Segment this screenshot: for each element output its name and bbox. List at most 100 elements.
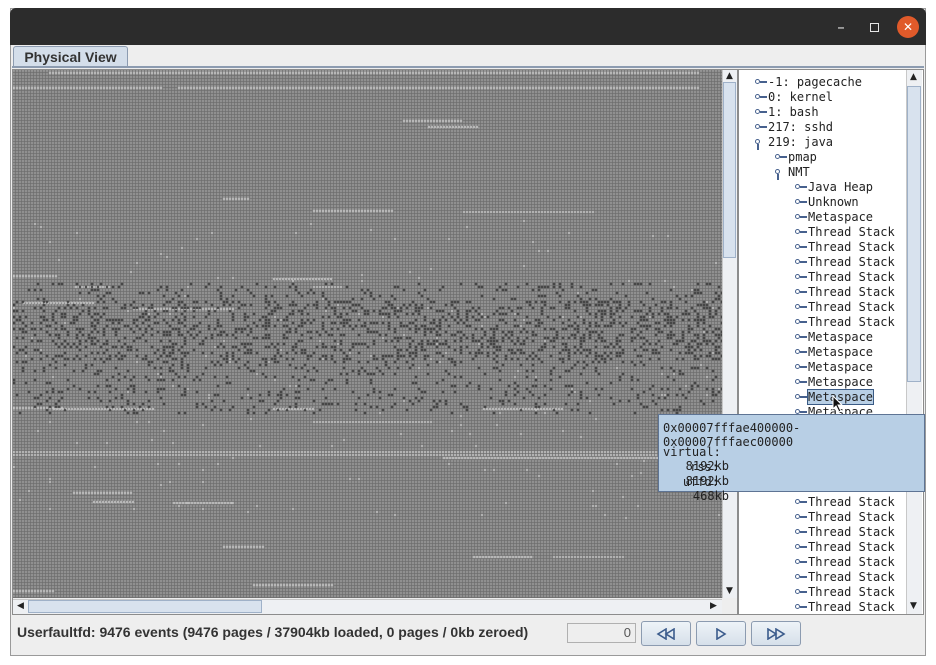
tree-collapsed-icon[interactable] [794,255,808,270]
tree-node[interactable]: Thread Stack [794,315,895,330]
tree-collapsed-icon[interactable] [794,345,808,360]
tree-collapsed-icon[interactable] [794,180,808,195]
map-vertical-scroll-thumb[interactable] [723,82,736,258]
tree-node[interactable]: Thread Stack [794,300,895,315]
tree-collapsed-icon[interactable] [794,570,808,585]
tree-node[interactable]: Thread Stack [794,285,895,300]
tree-node[interactable]: -1: pagecache [754,75,862,90]
tree-node-label: Metaspace [808,210,874,224]
tree-vertical-scroll-thumb[interactable] [907,86,921,382]
tree-node-label: 219: java [768,135,834,149]
tree-expanded-icon[interactable] [774,165,788,180]
tree-node[interactable]: Thread Stack [794,570,895,585]
tree-collapsed-icon[interactable] [794,285,808,300]
tree-collapsed-icon[interactable] [794,210,808,225]
tree-node[interactable]: Thread Stack [794,240,895,255]
tree-collapsed-icon[interactable] [794,390,808,405]
tree-node-label: Thread Stack [808,555,895,569]
tree-node-label: Thread Stack [808,600,895,614]
maximize-button[interactable] [864,17,884,37]
tree-node[interactable]: Unknown [794,195,859,210]
tree-node[interactable]: 1: bash [754,105,819,120]
tree-node[interactable]: Metaspace [794,210,873,225]
tree-node[interactable]: Thread Stack [794,585,895,600]
tree-node[interactable]: Metaspace [794,330,873,345]
tree-node[interactable]: Metaspace [794,360,873,375]
tree-node[interactable]: Thread Stack [794,540,895,555]
tree-scroll-up-icon[interactable]: ▲ [907,71,920,84]
tree-collapsed-icon[interactable] [754,120,768,135]
tooltip-key: rss: [690,460,719,474]
event-counter-field[interactable]: 0 [567,623,636,643]
tree-node[interactable]: Thread Stack [794,255,895,270]
scroll-right-icon[interactable]: ▶ [707,600,720,613]
tooltip-key: uffd: [682,475,719,489]
mouse-pointer-icon [832,395,844,413]
tree-node[interactable]: 217: sshd [754,120,833,135]
tree-node[interactable]: Thread Stack [794,600,895,614]
tree-collapsed-icon[interactable] [794,360,808,375]
minimize-button[interactable]: – [831,17,851,37]
tree-node[interactable]: Thread Stack [794,510,895,525]
tree-collapsed-icon[interactable] [794,330,808,345]
tree-node[interactable]: Thread Stack [794,270,895,285]
close-button[interactable]: ✕ [897,16,919,38]
tree-node-label: Metaspace [808,375,874,389]
tree-collapsed-icon[interactable] [794,315,808,330]
play-button[interactable] [696,621,746,646]
tree-node-label: Metaspace [808,360,874,374]
tree-collapsed-icon[interactable] [794,270,808,285]
tree-collapsed-icon[interactable] [794,585,808,600]
tree-collapsed-icon[interactable] [754,75,768,90]
tree-expanded-icon[interactable] [754,135,768,150]
tree-collapsed-icon[interactable] [794,510,808,525]
tree-collapsed-icon[interactable] [794,600,808,614]
tree-node[interactable]: Thread Stack [794,225,895,240]
tree-node-label: Thread Stack [808,240,895,254]
tree-collapsed-icon[interactable] [794,225,808,240]
tooltip-value: 468kb [692,489,729,503]
title-bar[interactable] [10,8,926,45]
tree-collapsed-icon[interactable] [794,555,808,570]
tree-collapsed-icon[interactable] [794,540,808,555]
tree-scroll-down-icon[interactable]: ▼ [907,600,920,613]
tab-physical-view[interactable]: Physical View [13,46,128,67]
tree-collapsed-icon[interactable] [794,195,808,210]
map-horizontal-scroll-thumb[interactable] [28,600,262,613]
fast-forward-button[interactable] [751,621,801,646]
tree-node[interactable]: 219: java [754,135,833,150]
tree-collapsed-icon[interactable] [754,105,768,120]
tree-collapsed-icon[interactable] [794,375,808,390]
tree-collapsed-icon[interactable] [794,300,808,315]
tree-collapsed-icon[interactable] [794,240,808,255]
close-icon: ✕ [902,20,914,34]
tree-collapsed-icon[interactable] [754,90,768,105]
tree-node[interactable]: Thread Stack [794,555,895,570]
tree-node-label: Thread Stack [808,540,895,554]
tree-node-label: Thread Stack [808,315,895,329]
physical-memory-map[interactable] [13,70,722,598]
tree-node-label: Thread Stack [808,285,895,299]
tab-divider [12,66,924,68]
tree-collapsed-icon[interactable] [774,150,788,165]
tree-node[interactable]: Metaspace [794,345,873,360]
tree-node[interactable]: Thread Stack [794,495,895,510]
tree-node[interactable]: Thread Stack [794,525,895,540]
fast-forward-icon [767,627,786,640]
tree-node-label: Metaspace [808,345,874,359]
tree-node[interactable]: 0: kernel [754,90,833,105]
tree-node-label: Unknown [808,195,859,209]
rewind-icon [656,627,675,640]
tooltip-row-uffd: uffd: 468kb [663,475,773,503]
tree-node[interactable]: NMT [774,165,810,180]
scroll-left-icon[interactable]: ◀ [14,600,27,613]
tree-node-label: Thread Stack [808,585,895,599]
tree-node-label: Thread Stack [808,510,895,524]
rewind-button[interactable] [641,621,691,646]
tree-collapsed-icon[interactable] [794,525,808,540]
scroll-down-icon[interactable]: ▼ [723,585,736,598]
tree-node[interactable]: Metaspace [794,375,873,390]
tree-node[interactable]: Java Heap [794,180,873,195]
tree-collapsed-icon[interactable] [794,495,808,510]
tree-node[interactable]: pmap [774,150,817,165]
